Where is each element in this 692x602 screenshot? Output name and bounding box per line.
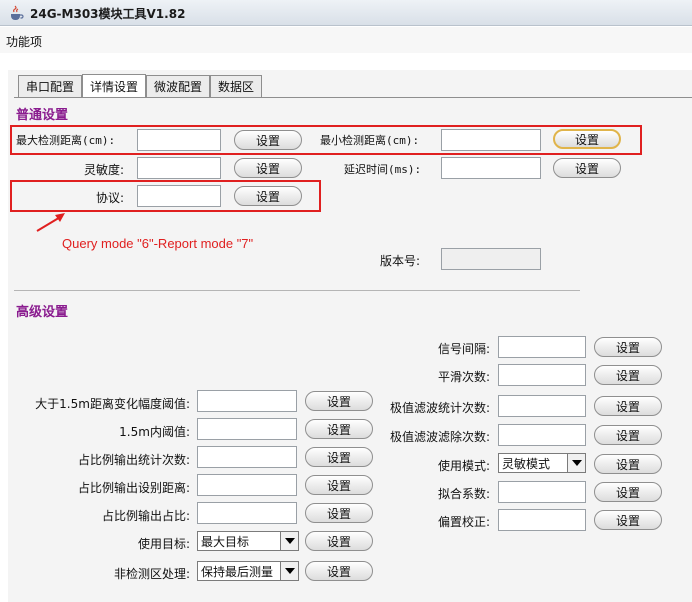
- bias-correction-label: 偏置校正:: [437, 515, 490, 529]
- extreme-filter-remove-label: 极值滤波滤除次数:: [389, 430, 490, 444]
- set-ratio-distance-button[interactable]: 设置: [305, 475, 373, 495]
- near-threshold-input[interactable]: [197, 418, 297, 440]
- set-signal-interval-button[interactable]: 设置: [594, 337, 662, 357]
- ratio-distance-input[interactable]: [197, 474, 297, 496]
- use-target-value: 最大目标: [201, 534, 250, 549]
- far-amplitude-threshold-input[interactable]: [197, 390, 297, 412]
- delay-input[interactable]: [441, 157, 541, 179]
- signal-interval-label: 信号间隔:: [437, 342, 490, 356]
- ratio-distance-label: 占比例输出设别距离:: [77, 481, 190, 495]
- ratio-count-label: 占比例输出统计次数:: [77, 453, 190, 467]
- signal-interval-input[interactable]: [498, 336, 586, 358]
- set-fit-coefficient-button[interactable]: 设置: [594, 482, 662, 502]
- set-delay-button[interactable]: 设置: [553, 158, 621, 178]
- common-settings-title: 普通设置: [16, 108, 69, 123]
- set-smooth-count-button[interactable]: 设置: [594, 365, 662, 385]
- ratio-percent-label: 占比例输出占比:: [101, 509, 190, 523]
- ratio-percent-input[interactable]: [197, 502, 297, 524]
- bias-correction-input[interactable]: [498, 509, 586, 531]
- ratio-count-input[interactable]: [197, 446, 297, 468]
- smooth-count-label: 平滑次数:: [437, 370, 490, 384]
- chevron-down-icon[interactable]: [280, 562, 298, 580]
- use-mode-label: 使用模式:: [437, 459, 490, 473]
- fit-coefficient-input[interactable]: [498, 481, 586, 503]
- extreme-filter-count-input[interactable]: [498, 395, 586, 417]
- version-value-field: [441, 248, 541, 270]
- use-target-select[interactable]: 最大目标: [197, 531, 299, 551]
- set-non-detect-button[interactable]: 设置: [305, 561, 373, 581]
- version-label: 版本号:: [380, 254, 421, 268]
- use-mode-value: 灵敏模式: [502, 456, 551, 471]
- tab-microwave-config[interactable]: 微波配置: [146, 75, 210, 97]
- set-far-amplitude-button[interactable]: 设置: [305, 391, 373, 411]
- near-threshold-label: 1.5m内阈值:: [119, 425, 190, 439]
- section-divider: [14, 290, 580, 291]
- sensitivity-input[interactable]: [137, 157, 221, 179]
- menu-bar: 功能项: [0, 27, 692, 53]
- annotation-arrow-icon: [36, 213, 65, 232]
- non-detect-value: 保持最后测量: [201, 564, 274, 579]
- window-title: 24G-M303模块工具V1.82: [30, 7, 186, 21]
- set-use-target-button[interactable]: 设置: [305, 531, 373, 551]
- smooth-count-input[interactable]: [498, 364, 586, 386]
- sensitivity-label: 灵敏度:: [83, 163, 124, 177]
- protocol-highlight-box: [10, 180, 321, 212]
- far-amplitude-threshold-label: 大于1.5m距离变化幅度阈值:: [35, 397, 190, 411]
- tab-serial-config[interactable]: 串口配置: [18, 75, 82, 97]
- java-cup-icon: [11, 5, 24, 20]
- set-use-mode-button[interactable]: 设置: [594, 454, 662, 474]
- advanced-settings-title: 高级设置: [16, 305, 69, 320]
- use-mode-select[interactable]: 灵敏模式: [498, 453, 586, 473]
- chevron-down-icon[interactable]: [280, 532, 298, 550]
- tab-divider: [14, 97, 692, 98]
- non-detect-select[interactable]: 保持最后测量: [197, 561, 299, 581]
- set-extreme-filter-count-button[interactable]: 设置: [594, 396, 662, 416]
- use-target-label: 使用目标:: [137, 537, 190, 551]
- set-near-threshold-button[interactable]: 设置: [305, 419, 373, 439]
- chevron-down-icon[interactable]: [567, 454, 585, 472]
- fit-coefficient-label: 拟合系数:: [437, 487, 490, 501]
- set-ratio-percent-button[interactable]: 设置: [305, 503, 373, 523]
- delay-label: 延迟时间(ms):: [344, 163, 422, 176]
- tab-detail-settings[interactable]: 详情设置: [82, 74, 146, 98]
- non-detect-label: 非检测区处理:: [113, 567, 190, 581]
- set-bias-correction-button[interactable]: 设置: [594, 510, 662, 530]
- extreme-filter-count-label: 极值滤波统计次数:: [389, 401, 490, 415]
- set-sensitivity-button[interactable]: 设置: [234, 158, 302, 178]
- title-bar: 24G-M303模块工具V1.82: [0, 0, 692, 26]
- protocol-mode-annotation: Query mode "6"-Report mode "7": [62, 236, 254, 251]
- set-ratio-count-button[interactable]: 设置: [305, 447, 373, 467]
- set-extreme-filter-remove-button[interactable]: 设置: [594, 425, 662, 445]
- tab-data-area[interactable]: 数据区: [210, 75, 262, 97]
- distance-highlight-box: [10, 125, 642, 155]
- extreme-filter-remove-input[interactable]: [498, 424, 586, 446]
- menu-item-functions[interactable]: 功能项: [6, 33, 42, 50]
